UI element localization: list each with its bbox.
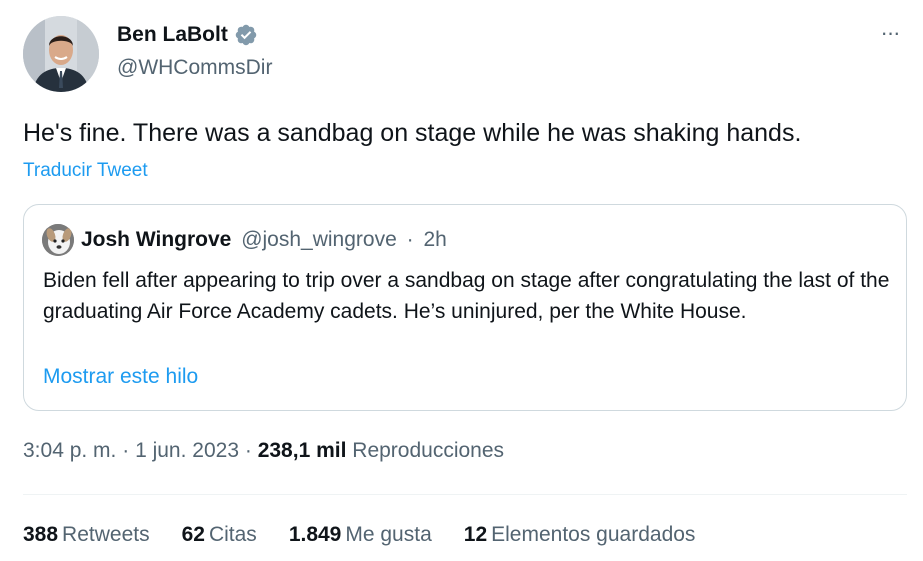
more-horizontal-icon: ··· xyxy=(880,20,901,45)
divider xyxy=(23,494,907,495)
quotes-count: 62 xyxy=(181,523,205,546)
author-name-row[interactable]: Ben LaBolt xyxy=(117,23,258,47)
author-avatar[interactable] xyxy=(23,16,99,92)
likes-count: 1.849 xyxy=(288,523,342,546)
quotes-label: Citas xyxy=(208,523,257,546)
more-options-button[interactable]: ··· xyxy=(874,22,906,50)
meta-separator: · xyxy=(244,439,252,462)
quote-separator: · xyxy=(406,228,414,251)
author-handle[interactable]: @WHCommsDir xyxy=(117,56,272,80)
quote-header: Josh Wingrove @josh_wingrove · 2h xyxy=(81,228,447,252)
likes-stat[interactable]: 1.849 Me gusta xyxy=(289,523,432,547)
tweet-text: He's fine. There was a sandbag on stage … xyxy=(23,119,802,147)
likes-label: Me gusta xyxy=(345,523,432,546)
quote-author-handle: @josh_wingrove xyxy=(241,228,397,251)
verified-badge-icon xyxy=(234,23,258,47)
engagement-stats: 388 Retweets 62 Citas 1.849 Me gusta 12 Elem… xyxy=(23,523,695,547)
retweets-count: 388 xyxy=(23,523,59,546)
views-label: Reproducciones xyxy=(352,439,505,462)
tweet-time[interactable]: 3:04 p. m. xyxy=(23,439,116,462)
quote-author-avatar xyxy=(42,224,74,256)
quote-author-name: Josh Wingrove xyxy=(81,228,232,251)
author-name[interactable]: Ben LaBolt xyxy=(117,23,228,47)
quote-text: Biden fell after appearing to trip over … xyxy=(43,269,890,323)
bookmarks-label: Elementos guardados xyxy=(491,523,696,546)
meta-separator: · xyxy=(122,439,130,462)
quote-time: 2h xyxy=(423,228,447,251)
show-thread-link[interactable]: Mostrar este hilo xyxy=(43,365,198,389)
quoted-tweet-card[interactable]: Josh Wingrove @josh_wingrove · 2h Biden … xyxy=(23,204,907,411)
tweet-meta: 3:04 p. m. · 1 jun. 2023 · 238,1 mil Rep… xyxy=(23,439,504,463)
retweets-label: Retweets xyxy=(62,523,150,546)
quotes-stat[interactable]: 62 Citas xyxy=(182,523,257,547)
bookmarks-stat[interactable]: 12 Elementos guardados xyxy=(464,523,696,547)
translate-tweet-link[interactable]: Traducir Tweet xyxy=(23,160,148,182)
views-count: 238,1 mil xyxy=(257,439,347,462)
tweet-date[interactable]: 1 jun. 2023 xyxy=(135,439,239,462)
bookmarks-count: 12 xyxy=(463,523,488,546)
retweets-stat[interactable]: 388 Retweets xyxy=(23,523,150,547)
